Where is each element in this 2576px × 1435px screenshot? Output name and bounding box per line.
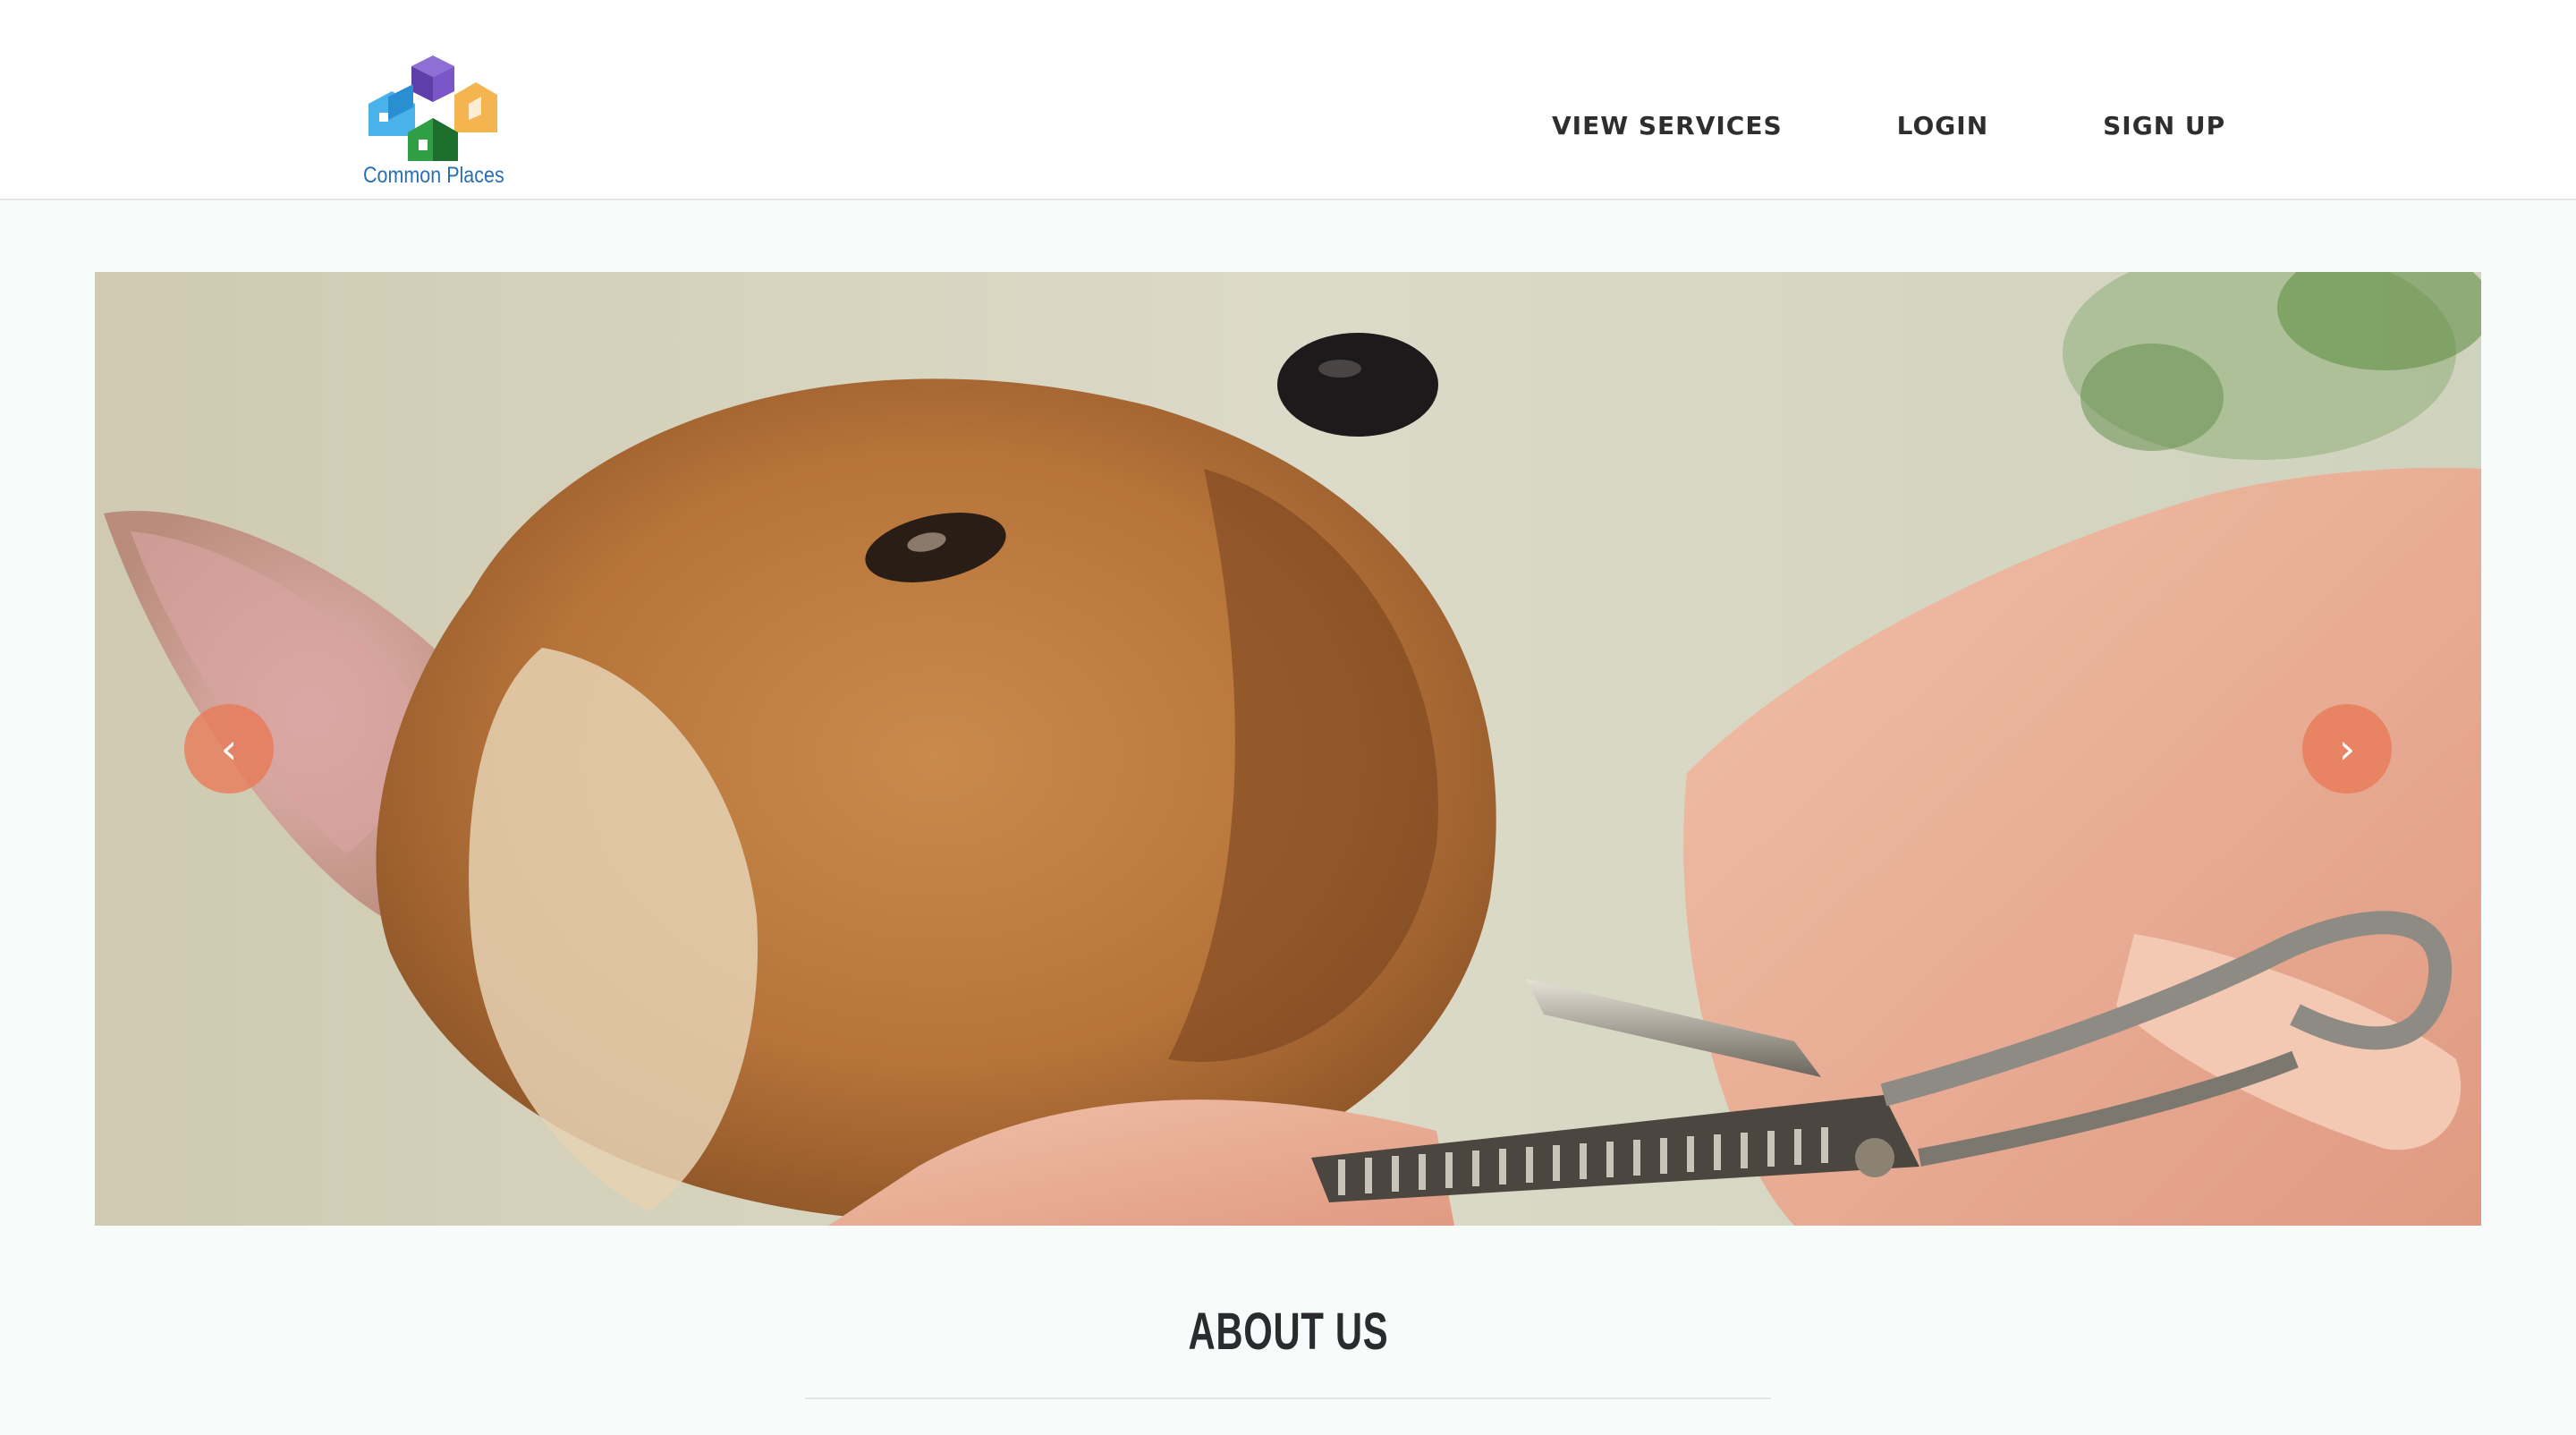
about-section: ABOUT US [0, 1302, 2576, 1362]
carousel-prev-button[interactable]: ‹ [184, 704, 274, 794]
main-nav: VIEW SERVICES LOGIN SIGN UP [1552, 111, 2225, 140]
dog-grooming-photo [95, 272, 2481, 1226]
stacked-houses-logo-icon [369, 55, 497, 161]
brand-logo[interactable]: Common Places [358, 47, 519, 195]
hero-carousel: ‹ › [95, 272, 2481, 1226]
chevron-right-icon: › [2338, 725, 2356, 773]
chevron-left-icon: ‹ [220, 725, 238, 773]
nav-view-services-link[interactable]: VIEW SERVICES [1552, 111, 1783, 140]
about-heading: ABOUT US [1188, 1303, 1388, 1361]
brand-name: Common Places [363, 163, 504, 188]
about-divider [805, 1397, 1771, 1399]
nav-sign-up-link[interactable]: SIGN UP [2103, 111, 2225, 140]
carousel-next-button[interactable]: › [2302, 704, 2392, 794]
site-header: Common Places VIEW SERVICES LOGIN SIGN U… [0, 0, 2576, 200]
nav-login-link[interactable]: LOGIN [1897, 111, 1988, 140]
